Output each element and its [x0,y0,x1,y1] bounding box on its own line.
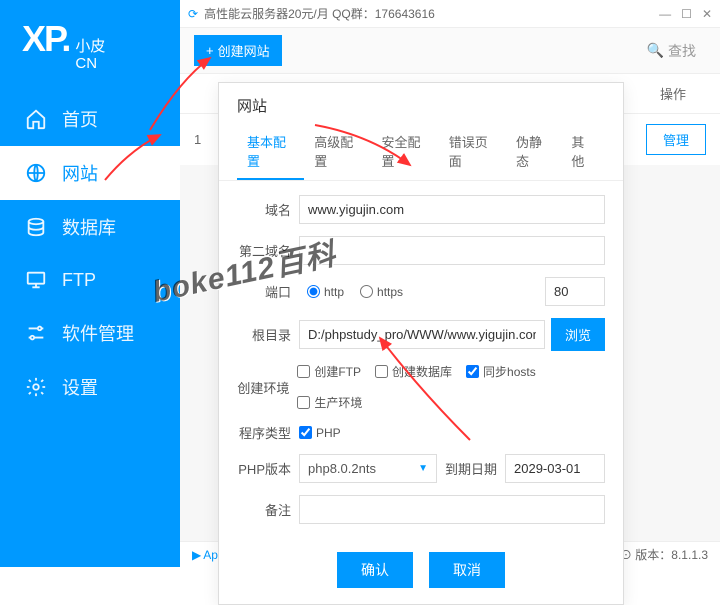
radio-https[interactable]: https [360,285,403,299]
nav-label: 软件管理 [62,320,134,346]
modal-tabs: 基本配置 高级配置 安全配置 错误页面 伪静态 其他 [219,124,623,181]
chk-php[interactable]: PHP [299,426,341,440]
nav-label: 设置 [62,374,98,400]
create-site-button[interactable]: + 创建网站 [194,35,282,66]
chk-hosts[interactable]: 同步hosts [466,363,536,380]
create-site-modal: 网站 基本配置 高级配置 安全配置 错误页面 伪静态 其他 域名 第二域名 端口… [218,82,624,605]
close-button[interactable]: ✕ [702,7,712,21]
tab-other[interactable]: 其他 [561,124,605,180]
php-version-select[interactable]: php8.0.2nts▼ [299,454,437,483]
radio-http[interactable]: http [307,285,344,299]
root-input[interactable] [299,320,545,349]
nav-settings[interactable]: 设置 [0,360,180,414]
chk-ftp[interactable]: 创建FTP [297,363,361,380]
label-note: 备注 [237,500,299,519]
minimize-button[interactable]: — [659,7,671,21]
tab-advanced[interactable]: 高级配置 [304,124,371,180]
titlebar-text: 高性能云服务器20元/月 QQ群：176643616 [204,5,435,22]
toolbar: + 创建网站 🔍 查找 [180,28,720,74]
modal-title: 网站 [219,83,623,124]
plus-icon: + [206,43,214,58]
label-port: 端口 [237,282,299,301]
label-domain: 域名 [237,200,299,219]
nav-label: 网站 [62,160,98,186]
sidebar: XP. 小皮CN 首页 网站 数据库 FTP 软件管理 [0,0,180,567]
domain2-input[interactable] [299,236,605,265]
search-icon: 🔍 [647,42,664,59]
label-phpver: PHP版本 [237,459,299,478]
sliders-icon [24,321,48,345]
nav-label: 数据库 [62,214,116,240]
nav-website[interactable]: 网站 [0,146,180,200]
globe-icon [24,161,48,185]
version-label: ⊙ 版本：8.1.1.3 [620,546,708,563]
label-domain2: 第二域名 [237,241,299,260]
browse-button[interactable]: 浏览 [551,318,605,351]
label-expire: 到期日期 [437,459,505,478]
chk-prod[interactable]: 生产环境 [297,394,362,411]
ok-button[interactable]: 确认 [337,552,413,588]
caret-down-icon: ▼ [418,463,428,474]
database-icon [24,215,48,239]
col-operation: 操作 [660,84,706,103]
domain-input[interactable] [299,195,605,224]
tab-rewrite[interactable]: 伪静态 [506,124,561,180]
manage-button[interactable]: 管理 [646,124,706,155]
nav-label: FTP [62,270,96,291]
tab-basic[interactable]: 基本配置 [237,124,304,180]
tab-error[interactable]: 错误页面 [439,124,506,180]
refresh-icon[interactable]: ⟳ [188,7,198,21]
nav-ftp[interactable]: FTP [0,254,180,306]
cancel-button[interactable]: 取消 [429,552,505,588]
label-type: 程序类型 [237,423,299,442]
expire-input[interactable] [505,454,605,483]
nav-home[interactable]: 首页 [0,92,180,146]
monitor-icon [24,268,48,292]
maximize-button[interactable]: ☐ [681,7,692,21]
tab-security[interactable]: 安全配置 [371,124,438,180]
nav: 首页 网站 数据库 FTP 软件管理 设置 [0,92,180,414]
search-button[interactable]: 🔍 查找 [637,37,706,65]
nav-database[interactable]: 数据库 [0,200,180,254]
chk-db[interactable]: 创建数据库 [375,363,452,380]
note-input[interactable] [299,495,605,524]
titlebar: ⟳ 高性能云服务器20元/月 QQ群：176643616 — ☐ ✕ [180,0,720,28]
nav-label: 首页 [62,106,98,132]
home-icon [24,107,48,131]
nav-software[interactable]: 软件管理 [0,306,180,360]
label-env: 创建环境 [237,378,297,397]
port-input[interactable] [545,277,605,306]
gear-icon [24,375,48,399]
app-logo: XP. 小皮CN [0,0,180,92]
label-root: 根目录 [237,325,299,344]
